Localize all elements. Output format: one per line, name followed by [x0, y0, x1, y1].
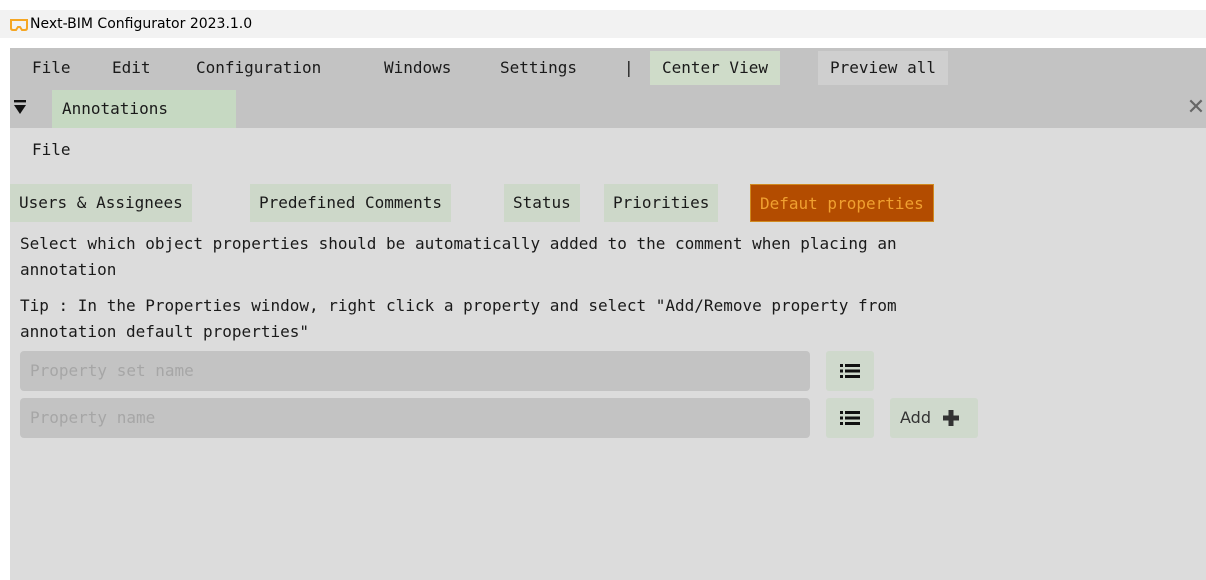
menu-windows[interactable]: Windows — [384, 48, 451, 88]
close-icon[interactable]: ✕ — [1184, 96, 1206, 120]
tab-annotations[interactable]: Annotations — [52, 90, 236, 128]
triangle-down-icon[interactable] — [14, 100, 26, 116]
menu-bar: File Edit Configuration Windows Settings… — [10, 48, 1206, 88]
menu-configuration[interactable]: Configuration — [196, 48, 321, 88]
preview-all-button[interactable]: Preview all — [818, 51, 948, 85]
panel-header: Annotations ✕ — [10, 88, 1206, 128]
center-view-button[interactable]: Center View — [650, 51, 780, 85]
property-name-list-button[interactable] — [826, 398, 874, 438]
title-bar: Next-BIM Configurator 2023.1.0 — [0, 10, 1206, 38]
tab-default-properties[interactable]: Defaut properties — [750, 184, 934, 222]
property-set-name-field[interactable] — [20, 351, 810, 391]
property-set-name-input[interactable] — [30, 351, 800, 390]
tip-text: Tip : In the Properties window, right cl… — [20, 296, 897, 341]
list-icon — [840, 411, 860, 425]
description-text: Select which object properties should be… — [20, 234, 897, 279]
plus-icon — [943, 410, 959, 426]
property-name-input[interactable] — [30, 398, 800, 437]
panel-menu-file[interactable]: File — [32, 136, 71, 164]
add-property-button[interactable]: Add — [890, 398, 978, 438]
tab-status[interactable]: Status — [504, 184, 580, 222]
property-set-list-button[interactable] — [826, 351, 874, 391]
window-title: Next-BIM Configurator 2023.1.0 — [30, 16, 253, 32]
menu-settings[interactable]: Settings — [500, 48, 577, 88]
tab-priorities[interactable]: Priorities — [604, 184, 719, 222]
list-icon — [840, 364, 860, 378]
tab-annotations-label: Annotations — [62, 99, 168, 118]
menu-edit[interactable]: Edit — [112, 48, 151, 88]
tab-users-assignees[interactable]: Users & Assignees — [10, 184, 192, 222]
vr-headset-icon — [10, 19, 28, 31]
menu-file[interactable]: File — [32, 48, 71, 88]
property-name-field[interactable] — [20, 398, 810, 438]
menu-separator: | — [624, 58, 634, 77]
app-window: File Edit Configuration Windows Settings… — [10, 48, 1206, 580]
add-button-label: Add — [900, 408, 931, 427]
tab-predefined-comments[interactable]: Predefined Comments — [250, 184, 452, 222]
